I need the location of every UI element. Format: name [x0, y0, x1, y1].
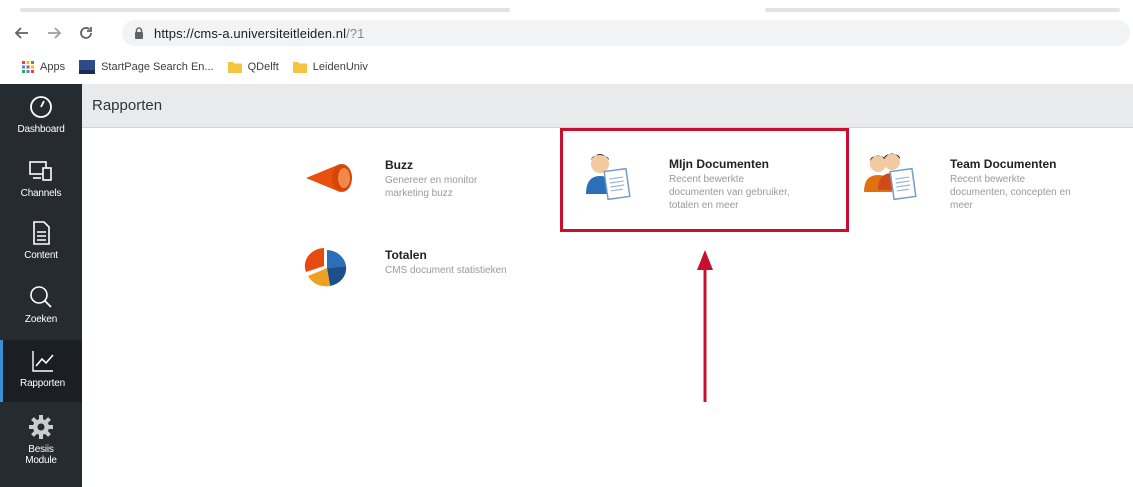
forward-arrow-icon [48, 27, 62, 39]
sidebar-item-label: Content [24, 250, 58, 261]
card-description: documenten, concepten en [950, 187, 1071, 198]
chart-icon [31, 351, 54, 372]
url-path: /?1 [346, 25, 365, 41]
channels-icon [29, 161, 52, 181]
browser-tab[interactable] [765, 8, 1120, 12]
sidebar-item-dashboard[interactable]: Dashboard [0, 86, 82, 148]
sidebar-item-label: Rapporten [20, 378, 65, 389]
sidebar-item-label-2: Module [25, 455, 57, 466]
browser-toolbar: https://cms-a.universiteitleiden.nl/?1 [0, 16, 1133, 50]
annotation-highlight-box [560, 128, 849, 232]
sidebar-item-content[interactable]: Content [0, 212, 82, 274]
address-bar[interactable]: https://cms-a.universiteitleiden.nl/?1 [122, 20, 1130, 46]
annotation-arrow-icon [697, 250, 713, 402]
page-title: Rapporten [92, 97, 163, 114]
bookmark-apps[interactable]: Apps [22, 61, 65, 73]
url-domain: https://cms-a.universiteitleiden.nl [154, 25, 347, 41]
lock-icon [135, 27, 143, 39]
gear-icon [29, 415, 53, 439]
sidebar-item-label: Dashboard [17, 124, 65, 135]
reload-button[interactable] [74, 21, 98, 45]
card-description: Genereer en monitor [385, 175, 478, 186]
sidebar-item-label: Channels [20, 188, 62, 199]
card-description: Recent bewerkte [950, 174, 1026, 185]
url-text: https://cms-a.universiteitleiden.nl/?1 [154, 26, 364, 41]
card-description: meer [950, 200, 973, 211]
sidebar-item-channels[interactable]: Channels [0, 150, 82, 212]
startpage-icon [79, 60, 96, 74]
apps-grid-icon [22, 61, 34, 73]
folder-icon [227, 62, 242, 73]
bookmark-label: StartPage Search En... [101, 61, 214, 73]
folder-icon [292, 62, 307, 73]
card-description: CMS document statistieken [385, 265, 507, 276]
card-title: Totalen [385, 248, 427, 262]
search-icon [30, 286, 52, 308]
back-arrow-icon [14, 27, 28, 39]
bookmark-label: QDelft [247, 61, 279, 73]
sidebar-item-besiis-module[interactable]: Besiis Module [0, 406, 82, 486]
megaphone-icon [306, 164, 352, 192]
sidebar: Dashboard Channels Content Zoeken Rappor… [0, 84, 82, 487]
bookmark-qdelft[interactable]: QDelft [227, 61, 279, 73]
report-card-buzz[interactable]: Buzz Genereer en monitor marketing buzz [290, 142, 550, 217]
card-title: Buzz [385, 158, 413, 172]
bookmarks-bar: Apps StartPage Search En... QDelft Leide… [0, 53, 1133, 81]
content-icon [33, 221, 50, 245]
report-card-team-documenten[interactable]: Team Documenten Recent bewerkte document… [852, 142, 1114, 224]
dashboard-icon [30, 96, 52, 118]
reload-icon [80, 27, 92, 39]
card-description: marketing buzz [385, 188, 453, 199]
sidebar-item-rapporten[interactable]: Rapporten [0, 340, 82, 402]
sidebar-item-label: Besiis [28, 444, 54, 455]
tab-strip [0, 0, 1133, 16]
bookmark-label: Apps [40, 61, 66, 73]
bookmark-leidenuniv[interactable]: LeidenUniv [292, 61, 368, 73]
sidebar-item-label: Zoeken [24, 314, 58, 325]
back-button[interactable] [10, 21, 34, 45]
pie-chart-icon [304, 248, 347, 287]
bookmark-startpage[interactable]: StartPage Search En... [79, 60, 214, 74]
sidebar-item-zoeken[interactable]: Zoeken [0, 276, 82, 338]
page-header: Rapporten [82, 84, 1133, 128]
bookmark-label: LeidenUniv [312, 61, 368, 73]
forward-button[interactable] [42, 21, 66, 45]
report-card-totalen[interactable]: Totalen CMS document statistieken [290, 234, 550, 306]
browser-tab[interactable] [20, 8, 510, 12]
team-document-icon [864, 153, 917, 201]
card-title: Team Documenten [950, 157, 1057, 171]
